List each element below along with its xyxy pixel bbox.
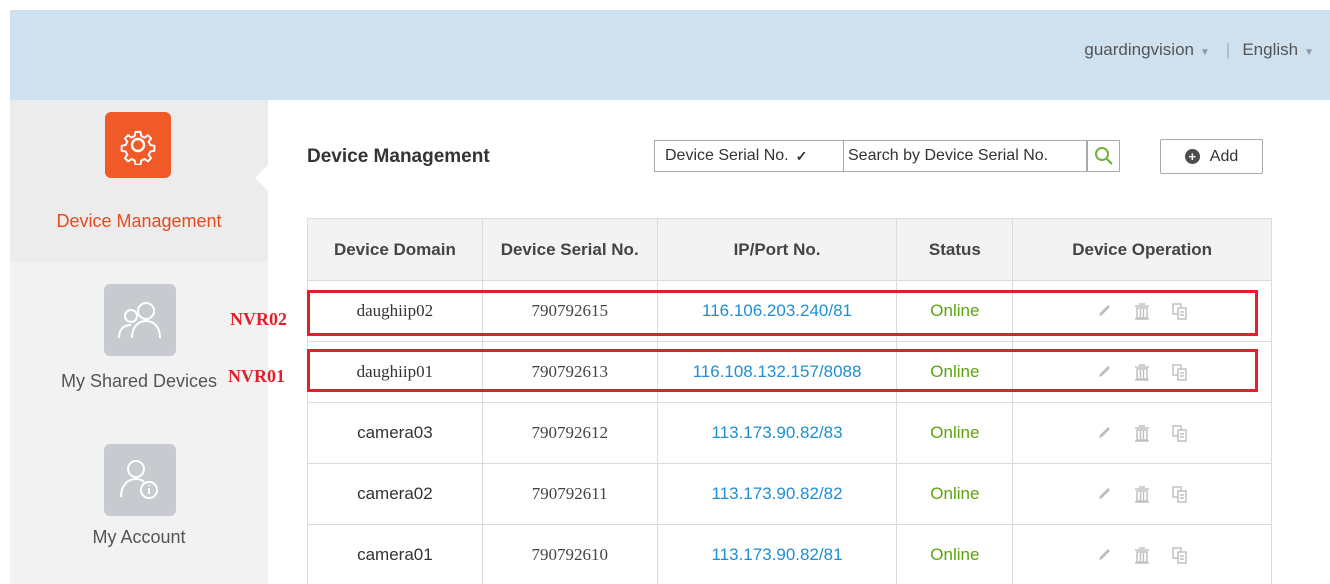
highlight-box-nvr02 bbox=[307, 290, 1258, 336]
device-operations bbox=[1012, 402, 1272, 464]
sidebar: Device Management My Shared Devices My A… bbox=[10, 100, 269, 584]
chevron-down-icon: ✓ bbox=[795, 147, 808, 164]
delete-icon[interactable] bbox=[1134, 485, 1150, 503]
sidebar-item-label: Device Management bbox=[56, 211, 222, 231]
copy-icon[interactable] bbox=[1172, 546, 1188, 564]
search-button[interactable] bbox=[1087, 140, 1120, 172]
table-header-row: Device Domain Device Serial No. IP/Port … bbox=[307, 218, 1272, 281]
column-header-serial: Device Serial No. bbox=[481, 218, 658, 281]
delete-icon[interactable] bbox=[1134, 424, 1150, 442]
edit-icon[interactable] bbox=[1096, 547, 1112, 563]
highlight-box-nvr01 bbox=[307, 349, 1258, 392]
device-operations bbox=[1012, 463, 1272, 525]
device-ip-link[interactable]: 113.173.90.82/81 bbox=[656, 524, 898, 584]
device-serial: 790792611 bbox=[481, 463, 658, 525]
sidebar-item-label: My Account bbox=[92, 527, 186, 547]
copy-icon[interactable] bbox=[1172, 485, 1188, 503]
device-operations bbox=[1012, 524, 1272, 584]
delete-icon[interactable] bbox=[1134, 546, 1150, 564]
copy-icon[interactable] bbox=[1172, 424, 1188, 442]
sidebar-item-device-management[interactable]: Device Management bbox=[10, 100, 269, 262]
sidebar-item-shared-devices[interactable]: My Shared Devices bbox=[10, 262, 268, 412]
sidebar-item-my-account[interactable]: My Account bbox=[10, 412, 268, 584]
status-text: Online bbox=[896, 524, 1014, 584]
page-title: Device Management bbox=[307, 146, 490, 167]
search-icon bbox=[1094, 147, 1113, 165]
status-text: Online bbox=[896, 463, 1014, 525]
top-right-menu: guardingvision ▼ | English ▼ bbox=[1084, 40, 1314, 60]
search-filter-select[interactable]: Device Serial No. ✓ bbox=[654, 140, 844, 172]
device-ip-link[interactable]: 113.173.90.82/83 bbox=[656, 402, 898, 464]
user-name: guardingvision bbox=[1084, 40, 1194, 59]
account-info-icon bbox=[104, 444, 176, 516]
edit-icon[interactable] bbox=[1096, 425, 1112, 441]
top-bar: guardingvision ▼ | English ▼ bbox=[10, 10, 1330, 100]
column-header-operation: Device Operation bbox=[1012, 218, 1272, 281]
column-header-ip: IP/Port No. bbox=[656, 218, 898, 281]
annotation-nvr01: NVR01 bbox=[228, 366, 285, 386]
gear-icon bbox=[105, 112, 171, 178]
search-input[interactable] bbox=[844, 140, 1087, 172]
plus-circle-icon: + bbox=[1184, 149, 1200, 164]
table-row: camera02 790792611 113.173.90.82/82 Online bbox=[307, 463, 1272, 525]
annotation-nvr02: NVR02 bbox=[230, 309, 287, 329]
device-domain: camera01 bbox=[307, 524, 483, 584]
device-ip-link[interactable]: 113.173.90.82/82 bbox=[656, 463, 898, 525]
search-filter-value: Device Serial No. bbox=[665, 147, 789, 164]
add-device-button[interactable]: + Add bbox=[1160, 139, 1263, 174]
divider: | bbox=[1225, 40, 1231, 59]
add-label: Add bbox=[1209, 147, 1239, 165]
table-row: camera03 790792612 113.173.90.82/83 Online bbox=[307, 402, 1272, 464]
device-serial: 790792610 bbox=[481, 524, 658, 584]
edit-icon[interactable] bbox=[1096, 486, 1112, 502]
language-label: English bbox=[1242, 40, 1299, 59]
table-row: camera01 790792610 113.173.90.82/81 Online bbox=[307, 524, 1272, 584]
device-domain: camera03 bbox=[307, 402, 483, 464]
device-domain: camera02 bbox=[307, 463, 483, 525]
user-menu[interactable]: guardingvision ▼ bbox=[1084, 40, 1210, 60]
device-serial: 790792612 bbox=[481, 402, 658, 464]
users-icon bbox=[104, 284, 176, 356]
device-table: Device Domain Device Serial No. IP/Port … bbox=[307, 218, 1272, 584]
column-header-domain: Device Domain bbox=[307, 218, 483, 281]
chevron-down-icon: ▼ bbox=[1304, 47, 1314, 58]
status-text: Online bbox=[896, 402, 1014, 464]
chevron-down-icon: ▼ bbox=[1200, 47, 1210, 58]
column-header-status: Status bbox=[896, 218, 1014, 281]
language-menu[interactable]: English ▼ bbox=[1242, 40, 1314, 60]
